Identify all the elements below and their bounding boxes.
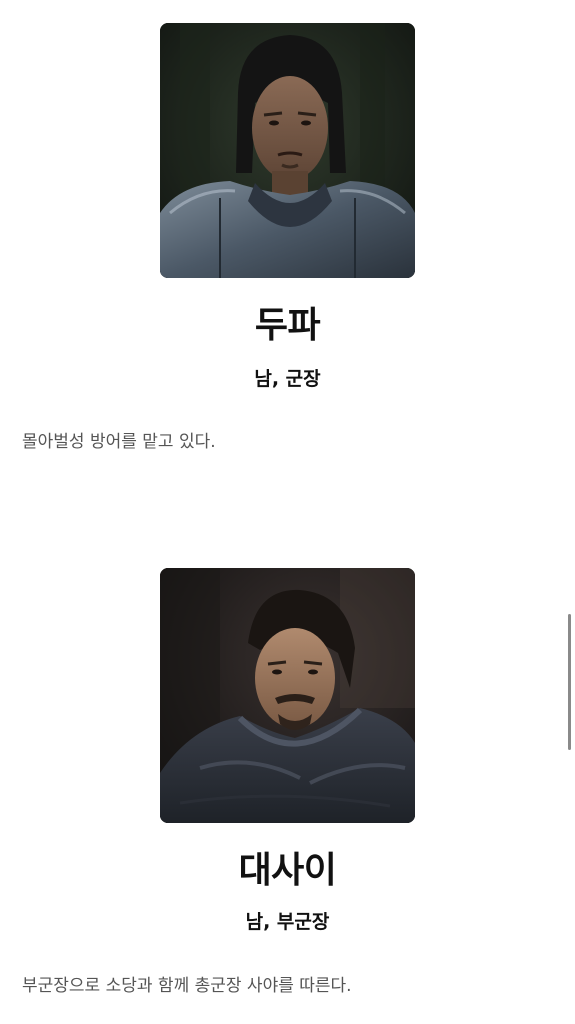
- character-name: 두파: [254, 305, 321, 346]
- character-role: 남, 군장: [254, 368, 321, 390]
- scrollbar-thumb[interactable]: [568, 614, 571, 750]
- character-card-daesai: 대사이 남, 부군장 부군장으로 소당과 함께 총군장 사야를 따른다.: [0, 568, 575, 996]
- armored-warrior-portrait-icon: [160, 23, 415, 278]
- cloaked-warrior-portrait-icon: [160, 568, 415, 823]
- character-role: 남, 부군장: [245, 911, 330, 933]
- character-card-dupa: 두파 남, 군장 몰아벌성 방어를 맡고 있다.: [0, 23, 575, 452]
- character-description: 몰아벌성 방어를 맡고 있다.: [22, 432, 216, 452]
- character-name: 대사이: [238, 850, 337, 891]
- portrait-image: [160, 568, 415, 823]
- character-description: 부군장으로 소당과 함께 총군장 사야를 따른다.: [22, 976, 352, 996]
- portrait-image: [160, 23, 415, 278]
